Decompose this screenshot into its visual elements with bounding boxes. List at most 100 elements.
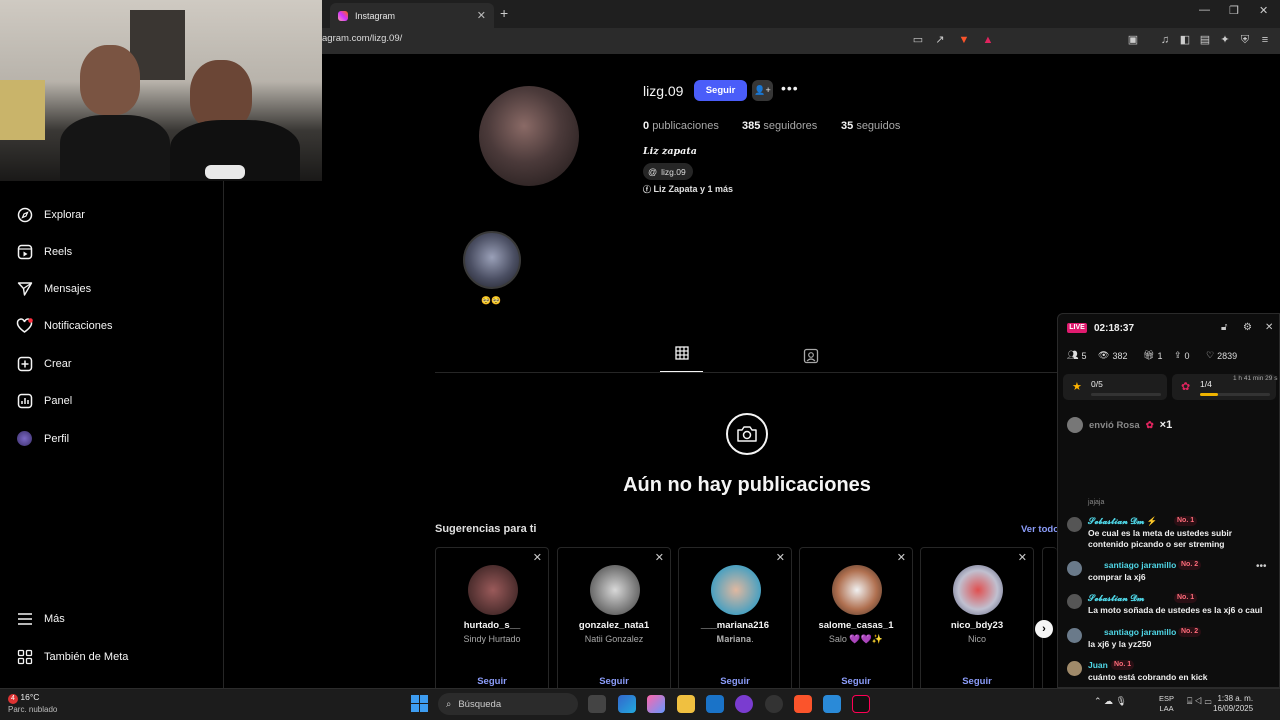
sidebar-item-dashboard[interactable]: Panel	[16, 392, 72, 409]
suggestion-username[interactable]: nico_bdy23	[921, 620, 1033, 631]
share-user-icon: ⇪	[1174, 350, 1182, 360]
menu-icon[interactable]: ≡	[1257, 32, 1273, 48]
dismiss-icon[interactable]: ✕	[1018, 551, 1027, 564]
sidebar-item-messages[interactable]: Mensajes	[16, 280, 91, 297]
dismiss-icon[interactable]: ✕	[776, 551, 785, 564]
sidebar-item-profile[interactable]: Perfil	[16, 430, 69, 447]
sidebar-item-label: Más	[44, 612, 65, 625]
suggested-users-button[interactable]: 👤+	[752, 80, 773, 101]
suggestion-username[interactable]: ___mariana216	[679, 620, 791, 631]
tiktok-icon[interactable]	[852, 695, 870, 713]
suggestion-avatar[interactable]	[832, 565, 882, 615]
suggestion-name: Sindy Hurtado	[463, 634, 521, 644]
task-view-icon[interactable]	[588, 695, 606, 713]
clock[interactable]: 1:38 a. m. 16/09/2025	[1213, 694, 1253, 714]
share-icon[interactable]: ↗	[932, 32, 948, 48]
next-arrow-icon[interactable]: ›	[1035, 620, 1053, 638]
facebook-link[interactable]: ⓕ Liz Zapata y 1 más	[643, 184, 733, 195]
vpn-icon[interactable]: ⛨	[1237, 32, 1253, 48]
weather-widget[interactable]: 4 16°C Parc. nublado	[8, 692, 57, 714]
suggestion-card[interactable]: ✕ hurtado_s__ Sindy Hurtado Seguir	[435, 547, 549, 697]
threads-badge[interactable]: @ lizg.09	[643, 163, 693, 180]
suggestion-avatar[interactable]	[468, 565, 518, 615]
network-volume-battery-icons[interactable]: ⌸ ◁ ▭	[1187, 696, 1211, 707]
suggestion-username[interactable]: hurtado_s__	[436, 620, 548, 631]
app-icon-blue[interactable]	[823, 695, 841, 713]
file-explorer-icon[interactable]	[677, 695, 695, 713]
follow-button[interactable]: Seguir	[694, 80, 747, 101]
followers-stat[interactable]: 385 seguidores	[742, 120, 817, 132]
tab-posts[interactable]	[660, 346, 703, 372]
new-tab-button[interactable]: +	[500, 5, 508, 21]
suggestion-avatar[interactable]	[953, 565, 1003, 615]
leo-ai-icon[interactable]: ✦	[1217, 32, 1233, 48]
edge-icon[interactable]	[618, 695, 636, 713]
reader-icon[interactable]: ▣	[1125, 32, 1141, 48]
dismiss-icon[interactable]: ✕	[655, 551, 664, 564]
message-options-icon[interactable]: •••	[1256, 561, 1267, 572]
brave-shield-icon[interactable]: ▼	[956, 32, 972, 48]
rewards-icon[interactable]: ▲	[980, 32, 996, 48]
suggestion-follow-button[interactable]: Seguir	[800, 676, 912, 687]
sidebar-item-more[interactable]: Más	[16, 610, 65, 627]
close-window-icon[interactable]: ✕	[1259, 4, 1268, 17]
start-windows-icon[interactable]	[411, 695, 428, 712]
system-tray[interactable]: ⌃ ☁ 🎙︎	[1094, 696, 1127, 707]
chat-text: comprar la xj6	[1088, 572, 1146, 582]
empty-posts-title: Aún no hay publicaciones	[623, 474, 871, 496]
goal-stars[interactable]: ★ 0/5	[1063, 374, 1167, 400]
dismiss-icon[interactable]: ✕	[897, 551, 906, 564]
wallet-icon[interactable]: ▤	[1197, 32, 1213, 48]
settings-icon[interactable]: ⚙	[1243, 322, 1252, 333]
suggestion-card[interactable]: ✕ ___mariana216 𝐌𝐚𝐫𝐢𝐚𝐧𝐚. Seguir	[678, 547, 792, 697]
grid-icon	[674, 346, 689, 365]
suggestion-follow-button[interactable]: Seguir	[921, 676, 1033, 687]
tab-tagged[interactable]	[803, 348, 819, 369]
eye-icon: 👁︎	[1098, 350, 1110, 360]
close-icon[interactable]: ✕	[1265, 322, 1273, 333]
sidebar-item-also-from-meta[interactable]: También de Meta	[16, 648, 128, 665]
following-stat[interactable]: 35 seguidos	[841, 120, 900, 132]
minimize-icon[interactable]: —	[1199, 4, 1210, 16]
lock-icon[interactable]: 🔓︎	[1221, 322, 1227, 333]
media-icon[interactable]: ♫	[1157, 32, 1173, 48]
suggestion-follow-button[interactable]: Seguir	[436, 676, 548, 687]
weather-badge: 4	[8, 694, 18, 704]
suggestion-username[interactable]: salome_casas_1	[800, 620, 912, 631]
suggestion-username[interactable]: gonzalez_nata1	[558, 620, 670, 631]
sidebar-item-create[interactable]: Crear	[16, 355, 72, 372]
browser-tab[interactable]: Instagram ✕	[330, 3, 494, 28]
outlook-icon[interactable]	[706, 695, 724, 713]
taskbar-search[interactable]: ⌕ Búsqueda	[438, 693, 578, 715]
profile-avatar[interactable]	[479, 86, 579, 186]
obs-icon[interactable]	[765, 695, 783, 713]
sidebar-toggle-icon[interactable]: ◧	[1177, 32, 1193, 48]
sidebar-item-label: Notificaciones	[44, 319, 113, 332]
url-field[interactable]: agram.com/lizg.09/	[322, 33, 402, 44]
rank-badge: No. 1	[1111, 660, 1135, 670]
suggestion-avatar[interactable]	[590, 565, 640, 615]
sidebar-item-notifications[interactable]: Notificaciones	[16, 317, 112, 334]
more-options-button[interactable]: •••	[781, 80, 799, 96]
language-indicator[interactable]: ESP LAA	[1159, 694, 1174, 714]
cast-icon[interactable]: ▭	[910, 32, 926, 48]
see-all-link[interactable]: Ver todo	[1021, 524, 1059, 535]
brave-icon[interactable]	[794, 695, 812, 713]
suggestion-card[interactable]: ✕ gonzalez_nata1 Natii Gonzalez Seguir	[557, 547, 671, 697]
sidebar-item-explore[interactable]: Explorar	[16, 206, 85, 223]
guests-stat: 👥︎ 5	[1067, 350, 1087, 361]
heart-outline-icon: ♡	[1206, 350, 1215, 360]
tab-close-icon[interactable]: ✕	[477, 9, 486, 22]
suggestion-avatar[interactable]	[711, 565, 761, 615]
app-icon-purple[interactable]	[735, 695, 753, 713]
suggestion-card[interactable]: ✕ salome_casas_1 Salo 💜💜✨ Seguir	[799, 547, 913, 697]
copilot-icon[interactable]	[647, 695, 665, 713]
sidebar-item-reels[interactable]: Reels	[16, 243, 72, 260]
dismiss-icon[interactable]: ✕	[533, 551, 542, 564]
story-highlight[interactable]	[463, 231, 521, 289]
suggestion-follow-button[interactable]: Seguir	[679, 676, 791, 687]
suggestion-card[interactable]: ✕ nico_bdy23 Nico Seguir	[920, 547, 1034, 697]
gift-notification: envió Rosa ✿ ×1	[1067, 417, 1172, 433]
suggestion-follow-button[interactable]: Seguir	[558, 676, 670, 687]
restore-icon[interactable]: ❐	[1229, 4, 1239, 17]
